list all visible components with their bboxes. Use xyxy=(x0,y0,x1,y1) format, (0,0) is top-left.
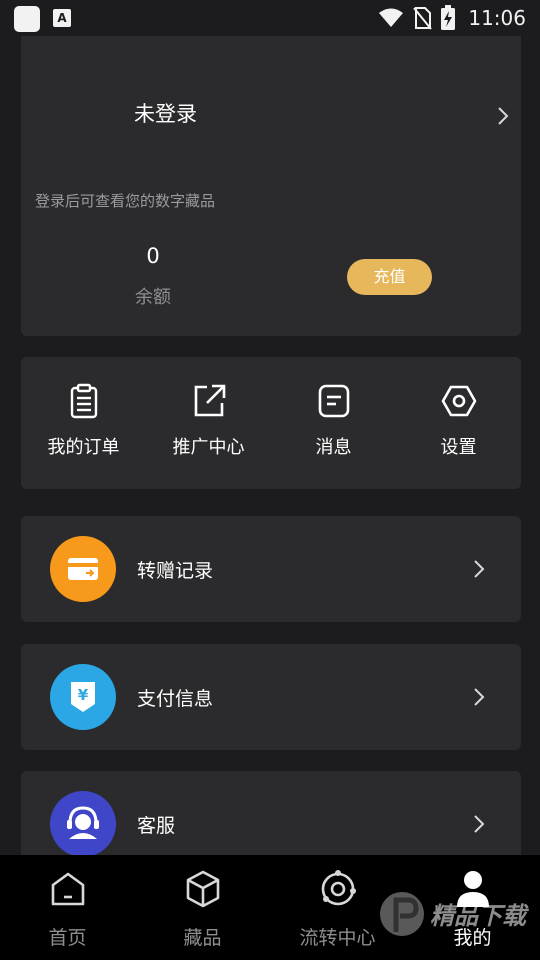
nav-label: 首页 xyxy=(48,927,87,949)
status-icons: 11:06 xyxy=(378,4,526,32)
svg-text:¥: ¥ xyxy=(78,686,89,704)
status-bar: A 11:06 xyxy=(0,0,540,36)
cube-icon xyxy=(186,870,220,908)
quick-action-label: 推广中心 xyxy=(172,437,245,458)
wifi-icon xyxy=(379,8,404,27)
chevron-right-icon xyxy=(474,560,485,578)
font-a-icon: A xyxy=(53,9,71,27)
quick-action-orders[interactable]: 我的订单 xyxy=(21,357,146,489)
quick-action-label: 消息 xyxy=(315,437,352,458)
nav-item-home[interactable]: 首页 xyxy=(0,855,135,960)
nav-item-collections[interactable]: 藏品 xyxy=(135,855,270,960)
login-status-title[interactable]: 未登录 xyxy=(134,98,197,128)
customer-service-icon xyxy=(50,791,116,857)
share-external-icon xyxy=(194,384,226,417)
quick-action-messages[interactable]: 消息 xyxy=(271,357,396,489)
home-icon xyxy=(51,872,85,906)
no-sim-icon xyxy=(413,7,433,30)
nav-label: 藏品 xyxy=(183,927,222,949)
clipboard-icon xyxy=(70,383,98,419)
quick-action-promotion[interactable]: 推广中心 xyxy=(146,357,271,489)
battery-charging-icon xyxy=(441,5,456,30)
menu-row-payment-info[interactable]: ¥ 支付信息 xyxy=(21,644,521,750)
profile-card[interactable]: 未登录 登录后可查看您的数字藏品 0 余额 充值 xyxy=(21,36,521,336)
svg-text:精品下载: 精品下载 xyxy=(430,902,530,930)
chevron-right-icon xyxy=(474,688,485,706)
status-time: 11:06 xyxy=(468,6,526,30)
quick-action-settings[interactable]: 设置 xyxy=(396,357,521,489)
app-square-icon xyxy=(14,6,40,32)
yuan-payment-icon: ¥ xyxy=(50,664,116,730)
menu-row-label: 客服 xyxy=(137,815,176,837)
message-icon xyxy=(318,384,350,418)
hexagon-settings-icon xyxy=(441,385,477,417)
chevron-right-icon[interactable] xyxy=(497,106,509,126)
orbit-icon xyxy=(321,870,356,906)
quick-action-label: 我的订单 xyxy=(47,437,120,458)
transfer-card-icon xyxy=(50,536,116,602)
recharge-button[interactable]: 充值 xyxy=(347,259,432,295)
quick-actions-card: 我的订单 推广中心 消息 设置 xyxy=(21,357,521,489)
login-hint: 登录后可查看您的数字藏品 xyxy=(35,192,216,210)
watermark-logo: 精品下载 xyxy=(380,892,530,936)
balance-label: 余额 xyxy=(135,287,171,308)
menu-row-label: 支付信息 xyxy=(137,688,214,710)
menu-row-label: 转赠记录 xyxy=(137,560,214,582)
quick-action-label: 设置 xyxy=(440,437,477,458)
menu-row-transfer-records[interactable]: 转赠记录 xyxy=(21,516,521,622)
chevron-right-icon xyxy=(474,815,485,833)
balance-value: 0 xyxy=(146,244,160,268)
